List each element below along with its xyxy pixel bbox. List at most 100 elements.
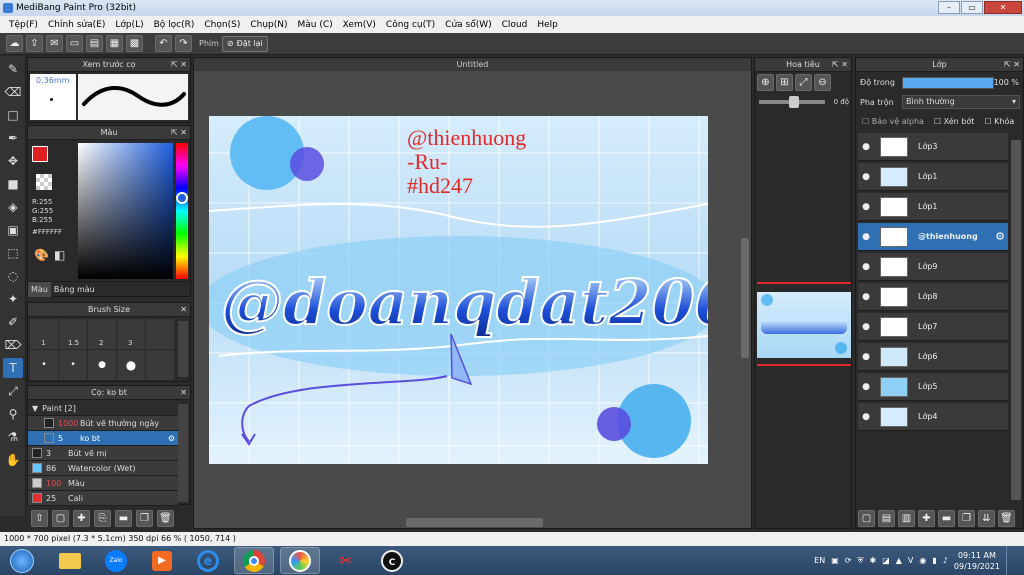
- zalo-icon[interactable]: Zalo: [96, 547, 136, 574]
- tray-sync-icon[interactable]: ⟳: [845, 556, 852, 565]
- internet-explorer-icon[interactable]: e: [188, 547, 228, 574]
- tray-bluetooth-icon[interactable]: ✱: [869, 556, 876, 565]
- hue-slider[interactable]: [176, 143, 188, 279]
- tab-color[interactable]: Màu: [28, 282, 51, 297]
- layer-row-selected[interactable]: ● @thienhuong ⚙: [858, 223, 1008, 251]
- layers-icon[interactable]: ▦: [106, 35, 123, 52]
- panel-close-icon[interactable]: ⇱ ✕: [171, 126, 187, 140]
- size-cell[interactable]: 1.5: [59, 319, 87, 349]
- start-button[interactable]: [0, 547, 44, 574]
- medibang-icon[interactable]: [280, 547, 320, 574]
- language-indicator[interactable]: EN: [814, 556, 825, 565]
- save-icon[interactable]: ▭: [66, 35, 83, 52]
- c-app-icon[interactable]: C: [372, 547, 412, 574]
- brush-item[interactable]: 1000 Bút vẽ thường ngày: [28, 416, 178, 431]
- brush-add-icon[interactable]: ✚: [73, 509, 90, 527]
- brush-duplicate-icon[interactable]: ❐: [136, 509, 153, 527]
- eraser-tool-icon[interactable]: ⌫: [3, 82, 23, 102]
- layer-row[interactable]: ● Lớp1: [858, 163, 1008, 191]
- brush-item[interactable]: 86 Watercolor (Wet): [28, 461, 178, 476]
- pen-tool-icon[interactable]: ✒: [3, 128, 23, 148]
- menu-filter[interactable]: Bộ lọc(R): [149, 20, 200, 30]
- tray-vlc-icon[interactable]: ▲: [896, 556, 902, 565]
- layer-row[interactable]: ● Lớp9: [858, 253, 1008, 281]
- brush-folder-icon[interactable]: ▬: [115, 509, 132, 527]
- bucket-tool-icon[interactable]: ◈: [3, 197, 23, 217]
- canvas-horizontal-scrollbar[interactable]: [406, 518, 543, 527]
- gradient-tool-icon[interactable]: ▣: [3, 220, 23, 240]
- snipping-tool-icon[interactable]: ✂: [326, 547, 366, 574]
- document-icon[interactable]: ▤: [86, 35, 103, 52]
- cloud-icon[interactable]: ☁: [6, 35, 23, 52]
- menu-file[interactable]: Tệp(F): [4, 20, 43, 30]
- zoom-out-icon[interactable]: ⊖: [814, 74, 831, 91]
- brush-size-scrollbar[interactable]: [178, 321, 188, 377]
- media-player-icon[interactable]: ▶: [142, 547, 182, 574]
- menu-cloud[interactable]: Cloud: [497, 20, 533, 30]
- tray-v-icon[interactable]: V: [908, 556, 913, 565]
- select-pen-icon[interactable]: ✐: [3, 312, 23, 332]
- add-layer-menu-icon[interactable]: ✚: [918, 510, 935, 527]
- panel-close-icon[interactable]: ⇱ ✕: [171, 58, 187, 72]
- layer-row[interactable]: ● Lớp5: [858, 373, 1008, 401]
- layer-row[interactable]: ● Lớp7: [858, 313, 1008, 341]
- menu-edit[interactable]: Chỉnh sửa(E): [43, 20, 110, 30]
- move-tool-icon[interactable]: ✥: [3, 151, 23, 171]
- menu-color[interactable]: Màu (C): [293, 20, 338, 30]
- select-rect-tool-icon[interactable]: ⬚: [3, 243, 23, 263]
- maximize-button[interactable]: ▭: [961, 1, 983, 14]
- size-cell[interactable]: [146, 319, 174, 349]
- layer-row[interactable]: ● Lớp3: [858, 133, 1008, 161]
- panel-close-icon[interactable]: ✕: [180, 386, 187, 400]
- lasso-tool-icon[interactable]: ◌: [3, 266, 23, 286]
- new-halftone-layer-icon[interactable]: ▤: [878, 510, 895, 527]
- file-explorer-icon[interactable]: [50, 547, 90, 574]
- layer-list-scrollbar[interactable]: [1011, 140, 1021, 500]
- size-cell[interactable]: [146, 350, 174, 380]
- rectangle-tool-icon[interactable]: □: [3, 105, 23, 125]
- canvas-vertical-scrollbar[interactable]: [741, 238, 749, 358]
- brush-tool-icon[interactable]: ✎: [3, 59, 23, 79]
- secondary-color-swatch[interactable]: [36, 174, 52, 190]
- color-picker-icon[interactable]: ◧: [54, 248, 65, 262]
- comment-icon[interactable]: ✉: [46, 35, 63, 52]
- brush-item[interactable]: 3 Bút vẽ mị: [28, 446, 178, 461]
- minimize-button[interactable]: –: [938, 1, 960, 14]
- panel-close-icon[interactable]: ⇱ ✕: [832, 58, 848, 72]
- size-cell[interactable]: 2: [88, 319, 116, 349]
- tray-nvidia-icon[interactable]: ◪: [882, 556, 890, 565]
- brush-new-icon[interactable]: ▢: [52, 509, 69, 527]
- undo-icon[interactable]: ↶: [155, 35, 172, 52]
- clip-checkbox[interactable]: ☐ Xén bớt: [934, 117, 974, 126]
- menu-capture[interactable]: Chụp(N): [245, 20, 292, 30]
- close-button[interactable]: ✕: [984, 1, 1022, 14]
- menu-window[interactable]: Cửa sổ(W): [440, 20, 496, 30]
- upload-icon[interactable]: ⇪: [26, 35, 43, 52]
- dropper-tool-icon[interactable]: ⚗: [3, 427, 23, 447]
- new-layer-icon[interactable]: ▢: [858, 510, 875, 527]
- size-cell[interactable]: 1: [30, 319, 58, 349]
- redo-icon[interactable]: ↷: [175, 35, 192, 52]
- delete-layer-icon[interactable]: 🗑: [998, 510, 1015, 527]
- new-8bit-layer-icon[interactable]: ▥: [898, 510, 915, 527]
- menu-select[interactable]: Chọn(S): [199, 20, 245, 30]
- tray-app-icon[interactable]: ▣: [831, 556, 839, 565]
- menu-view[interactable]: Xem(V): [338, 20, 381, 30]
- duplicate-layer-icon[interactable]: ❐: [958, 510, 975, 527]
- eyedropper-tool-icon[interactable]: ⚲: [3, 404, 23, 424]
- size-dot[interactable]: •: [30, 350, 58, 380]
- brush-group[interactable]: ▼ Paint [2]: [28, 401, 178, 416]
- blend-select[interactable]: Bình thường ▾: [902, 95, 1020, 109]
- layer-row[interactable]: ● Lớp4: [858, 403, 1008, 431]
- tray-camera-icon[interactable]: ◉: [919, 556, 926, 565]
- operation-tool-icon[interactable]: ⤢: [3, 381, 23, 401]
- size-dot[interactable]: •: [59, 350, 87, 380]
- brush-list-scrollbar[interactable]: [178, 404, 188, 502]
- merge-layer-icon[interactable]: ⇊: [978, 510, 995, 527]
- layer-row[interactable]: ● Lớp1: [858, 193, 1008, 221]
- protect-alpha-checkbox[interactable]: ☐ Bảo vệ alpha: [862, 117, 924, 126]
- hue-slider-thumb[interactable]: [176, 192, 188, 204]
- show-desktop-button[interactable]: [1006, 546, 1016, 575]
- layer-folder-icon[interactable]: ▬: [938, 510, 955, 527]
- layer-row[interactable]: ● Lớp8: [858, 283, 1008, 311]
